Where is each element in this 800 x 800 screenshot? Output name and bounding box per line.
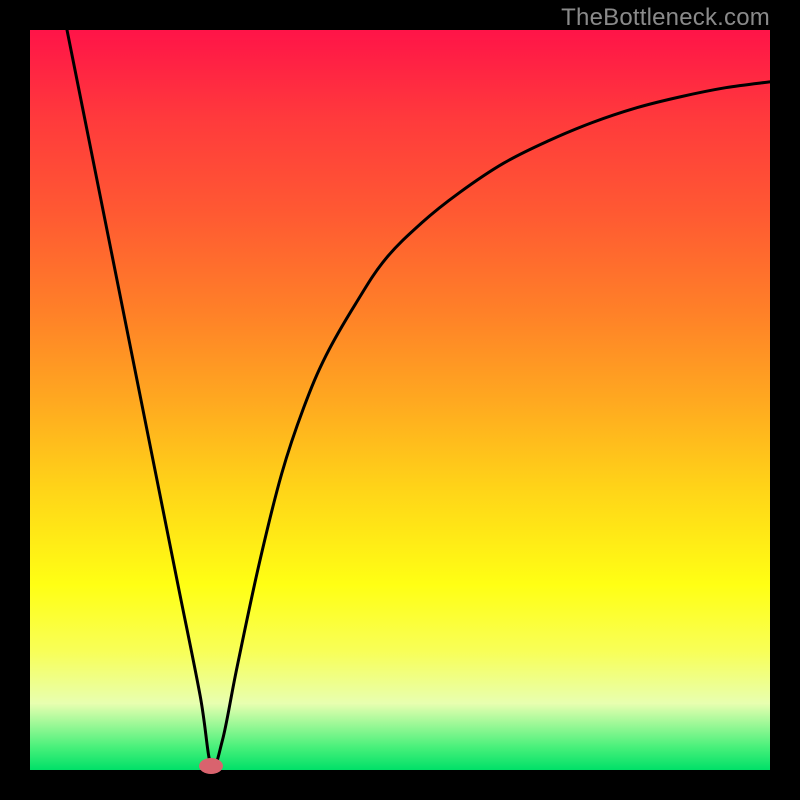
watermark-text: TheBottleneck.com bbox=[561, 4, 770, 32]
min-marker bbox=[199, 758, 223, 774]
chart-frame: TheBottleneck.com bbox=[0, 0, 800, 800]
plot-area bbox=[30, 30, 770, 770]
bottleneck-curve bbox=[30, 30, 770, 770]
